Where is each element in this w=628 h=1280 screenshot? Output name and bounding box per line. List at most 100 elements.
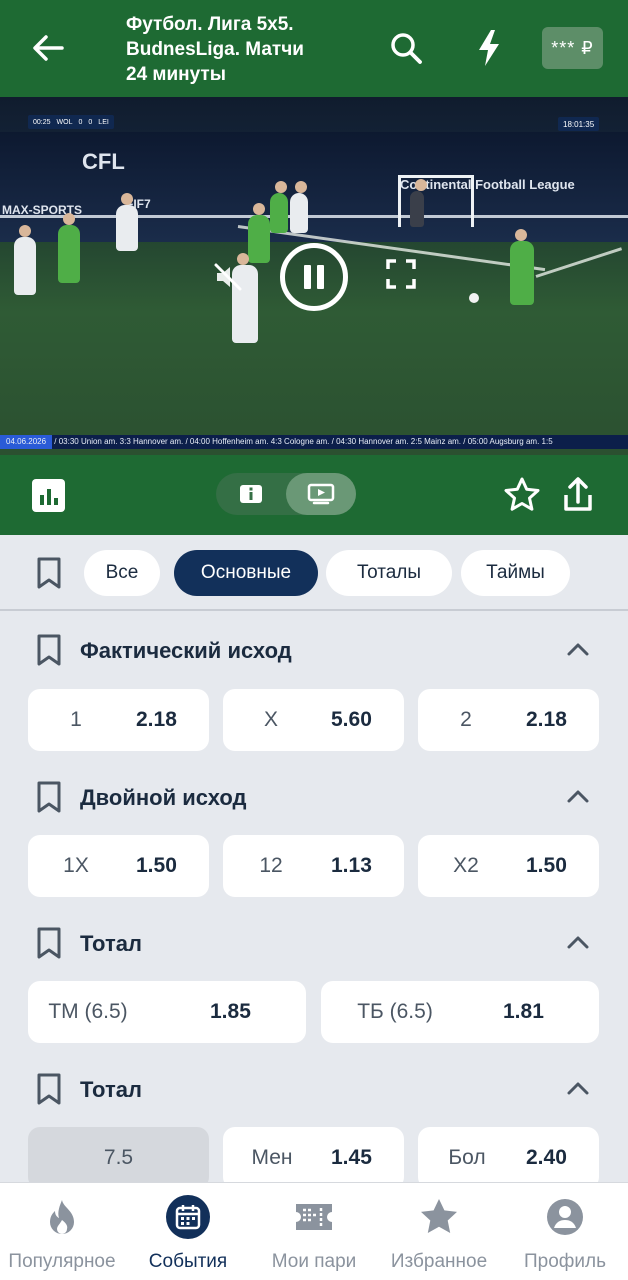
fullscreen-icon [386, 259, 416, 289]
odds-button[interactable]: X2 1.50 [418, 835, 599, 897]
broadcast-clock: 18:01:35 [558, 117, 600, 131]
nav-item-popular[interactable]: Популярное [0, 1183, 124, 1280]
total-line-selector[interactable]: 7.5 [28, 1127, 209, 1189]
outcome-odds: 1.85 [210, 1000, 251, 1023]
pitch-line-2 [535, 247, 623, 278]
live-button[interactable] [467, 26, 511, 70]
video-player[interactable]: CFL Continental Football League MAX-SPOR… [0, 97, 628, 455]
bookmark-icon[interactable] [36, 927, 62, 959]
nav-item-events[interactable]: События [132, 1183, 244, 1280]
ticker-date: 04.06.2026 [0, 435, 53, 449]
bookmark-icon[interactable] [36, 1073, 62, 1105]
outcome-label: ТМ (6.5) [48, 1000, 128, 1023]
nav-item-profile[interactable]: Профиль [510, 1183, 620, 1280]
outcome-odds: 2.18 [526, 708, 567, 731]
ticket-icon [296, 1204, 332, 1230]
odds-button[interactable]: Бол 2.40 [418, 1127, 599, 1189]
ticker-text: / 03:30 Union am. 3:3 Hannover am. / 04:… [54, 437, 553, 446]
arena-wall-edge [0, 215, 628, 218]
mute-button[interactable] [208, 257, 248, 297]
score-home: 0 [78, 118, 83, 126]
chevron-up-icon[interactable] [566, 930, 590, 954]
outcome-label: X [263, 708, 278, 731]
nav-label: Профиль [523, 1251, 607, 1272]
team-away: LEI [98, 118, 109, 126]
arena-logo: CFL [82, 149, 125, 174]
outcome-label: 1X [63, 854, 89, 877]
match-time: 00:25 [33, 118, 51, 126]
outcome-label: 2 [460, 708, 472, 731]
odds-button[interactable]: 12 1.13 [223, 835, 404, 897]
balance-button[interactable]: *** ₽ [542, 27, 603, 69]
bookmark-icon[interactable] [36, 634, 62, 666]
filter-chip-main[interactable]: Основные [174, 550, 318, 596]
nav-label: События [148, 1251, 228, 1272]
outcome-label: 12 [259, 854, 283, 877]
player [290, 181, 308, 233]
video-tab[interactable] [286, 473, 356, 515]
market-title: Тотал [80, 931, 142, 956]
info-icon [240, 485, 262, 503]
odds-button[interactable]: ТМ (6.5) 1.85 [28, 981, 306, 1043]
market-title: Двойной исход [80, 785, 247, 810]
outcome-odds: 2.40 [526, 1146, 567, 1169]
outcome-odds: 1.45 [331, 1146, 372, 1169]
pause-button[interactable] [280, 243, 348, 311]
nav-label: Избранное [390, 1251, 488, 1272]
chevron-up-icon[interactable] [566, 637, 590, 661]
team-home: WOL [56, 118, 73, 126]
odds-button[interactable]: ТБ (6.5) 1.81 [321, 981, 599, 1043]
odds-button[interactable]: Мен 1.45 [223, 1127, 404, 1189]
filter-chip-halves[interactable]: Таймы [461, 550, 570, 596]
nav-label: Мои пари [271, 1251, 357, 1272]
odds-button[interactable]: 1X 1.50 [28, 835, 209, 897]
pause-icon [304, 265, 311, 289]
market-filter-row: Все Основные Тоталы Таймы [0, 535, 628, 611]
favorite-button[interactable] [502, 475, 542, 515]
nav-item-my-bets[interactable]: Мои пари [258, 1183, 370, 1280]
outcome-odds: 1.13 [331, 854, 372, 877]
bar-chart-icon-bar [46, 489, 51, 505]
share-button[interactable] [558, 475, 598, 515]
bookmark-icon[interactable] [36, 781, 62, 813]
bar-chart-icon [39, 495, 44, 505]
market-title: Фактический исход [80, 638, 292, 663]
odds-button[interactable]: 2 2.18 [418, 689, 599, 751]
video-control-bar [0, 455, 628, 535]
chevron-up-icon[interactable] [566, 784, 590, 808]
search-icon [391, 33, 422, 64]
search-button[interactable] [384, 26, 428, 70]
outcome-odds: 1.81 [503, 1000, 544, 1023]
star-outline-icon [504, 477, 540, 511]
market-title: Тотал [80, 1077, 142, 1102]
nav-label: Популярное [8, 1251, 116, 1272]
outcome-odds: 1.50 [136, 854, 177, 877]
odds-button[interactable]: X 5.60 [223, 689, 404, 751]
odds-button[interactable]: 1 2.18 [28, 689, 209, 751]
bar-chart-icon-bar [53, 498, 58, 505]
nav-item-favorites[interactable]: Избранное [382, 1183, 496, 1280]
player [510, 229, 534, 305]
play-screen-icon [307, 483, 335, 505]
event-title-line-1: Футбол. Лига 5x5. [126, 14, 294, 35]
outcome-label: 1 [70, 708, 82, 731]
filter-chip-totals[interactable]: Тоталы [326, 550, 452, 596]
outcome-odds: 1.50 [526, 854, 567, 877]
outcome-label: Бол [448, 1146, 486, 1169]
info-tab[interactable] [216, 473, 286, 515]
outcome-label: X2 [453, 854, 479, 877]
lightning-icon [479, 30, 499, 66]
back-button[interactable] [24, 26, 72, 70]
bookmark-icon[interactable] [36, 557, 62, 589]
fullscreen-button[interactable] [384, 257, 418, 291]
statistics-button[interactable] [32, 479, 65, 512]
flame-icon [50, 1200, 74, 1234]
chevron-up-icon[interactable] [566, 1076, 590, 1100]
app-header: Футбол. Лига 5x5. BudnesLiga. Матчи 24 м… [0, 0, 628, 97]
news-ticker: 04.06.2026 / 03:30 Union am. 3:3 Hannove… [0, 435, 628, 449]
outcome-odds: 2.18 [136, 708, 177, 731]
scoreboard: 00:25 WOL 0 0 LEI [28, 115, 114, 129]
player [270, 181, 288, 233]
score-away: 0 [88, 118, 93, 126]
filter-chip-all[interactable]: Все [84, 550, 160, 596]
